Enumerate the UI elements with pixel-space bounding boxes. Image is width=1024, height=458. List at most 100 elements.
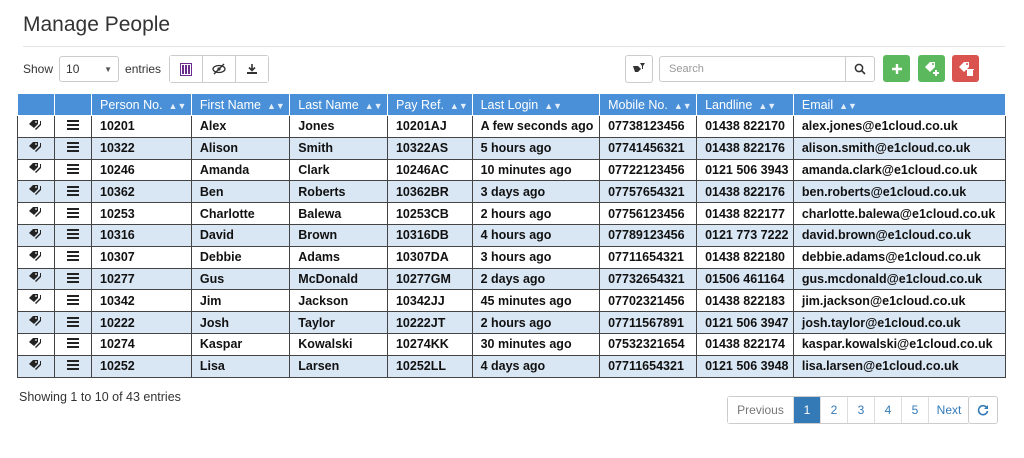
menu-icon bbox=[67, 338, 79, 349]
row-menu-cell[interactable] bbox=[54, 115, 92, 138]
page-4-button[interactable]: 4 bbox=[875, 397, 902, 423]
row-tag-cell[interactable] bbox=[17, 332, 55, 356]
tag-icon bbox=[29, 185, 41, 196]
cell-email: gus.mcdonald@e1cloud.co.uk bbox=[792, 267, 1007, 291]
add-tag-button[interactable] bbox=[918, 55, 945, 82]
row-menu-cell[interactable] bbox=[54, 202, 92, 225]
table-row[interactable]: 10201 Alex Jones 10201AJ A few seconds ago 07… bbox=[17, 115, 1007, 138]
cell-mobile-no: 07789123456 bbox=[599, 223, 698, 247]
menu-icon bbox=[67, 360, 79, 371]
table-row[interactable]: 10252 Lisa Larsen 10252LL 4 days ago 07711654… bbox=[17, 354, 1007, 378]
delete-tag-button[interactable] bbox=[952, 55, 979, 82]
cell-mobile-no: 07532321654 bbox=[599, 332, 698, 356]
row-menu-cell[interactable] bbox=[54, 245, 92, 269]
search-button[interactable] bbox=[845, 57, 874, 81]
row-tag-cell[interactable] bbox=[17, 202, 55, 225]
row-menu-cell[interactable] bbox=[54, 158, 92, 182]
menu-icon bbox=[67, 272, 79, 283]
row-tag-cell[interactable] bbox=[17, 354, 55, 378]
cell-first-name: Debbie bbox=[190, 245, 291, 269]
page-size-select[interactable]: 10 ▼ bbox=[59, 56, 120, 82]
row-tag-cell[interactable] bbox=[17, 311, 55, 334]
search-box: Search bbox=[659, 56, 875, 82]
row-tag-cell[interactable] bbox=[17, 136, 55, 160]
page-5-button[interactable]: 5 bbox=[902, 397, 929, 423]
page-1-button[interactable]: 1 bbox=[794, 397, 821, 423]
row-menu-cell[interactable] bbox=[54, 332, 92, 356]
row-menu-cell[interactable] bbox=[54, 354, 92, 378]
table-row[interactable]: 10322 Alison Smith 10322AS 5 hours ago 077414… bbox=[17, 136, 1007, 160]
row-menu-cell[interactable] bbox=[54, 223, 92, 247]
row-tag-cell[interactable] bbox=[17, 223, 55, 247]
header-first-name[interactable]: First Name ▲▼ bbox=[190, 93, 291, 116]
header-last-name[interactable]: Last Name ▲▼ bbox=[289, 93, 388, 116]
cell-person-no: 10274 bbox=[91, 332, 192, 356]
header-person-no[interactable]: Person No. ▲▼ bbox=[91, 93, 192, 116]
cell-email: charlotte.balewa@e1cloud.co.uk bbox=[792, 202, 1007, 225]
cell-person-no: 10362 bbox=[91, 180, 192, 204]
cell-pay-ref: 10201AJ bbox=[386, 115, 473, 138]
hide-columns-button[interactable] bbox=[203, 56, 237, 82]
row-tag-cell[interactable] bbox=[17, 245, 55, 269]
page-2-button[interactable]: 2 bbox=[821, 397, 848, 423]
cell-email: debbie.adams@e1cloud.co.uk bbox=[792, 245, 1007, 269]
cell-last-login: 2 days ago bbox=[471, 267, 601, 291]
columns-button[interactable] bbox=[170, 56, 204, 82]
header-email[interactable]: Email ▲▼ bbox=[792, 93, 1007, 116]
header-pay-ref[interactable]: Pay Ref. ▲▼ bbox=[386, 93, 473, 116]
table-row[interactable]: 10274 Kaspar Kowalski 10274KK 30 minutes ago… bbox=[17, 332, 1007, 356]
cell-last-name: Brown bbox=[289, 223, 388, 247]
table-row[interactable]: 10253 Charlotte Balewa 10253CB 2 hours ago 07… bbox=[17, 202, 1007, 225]
row-tag-cell[interactable] bbox=[17, 115, 55, 138]
table-row[interactable]: 10277 Gus McDonald 10277GM 2 days ago 0773265… bbox=[17, 267, 1007, 291]
table-row[interactable]: 10342 Jim Jackson 10342JJ 45 minutes ago 0770… bbox=[17, 289, 1007, 313]
tag-icon bbox=[29, 141, 41, 152]
row-menu-cell[interactable] bbox=[54, 311, 92, 334]
row-tag-cell[interactable] bbox=[17, 158, 55, 182]
header-last-login[interactable]: Last Login ▲▼ bbox=[471, 93, 601, 116]
table-row[interactable]: 10362 Ben Roberts 10362BR 3 days ago 07757654… bbox=[17, 180, 1007, 204]
table-row[interactable]: 10316 David Brown 10316DB 4 hours ago 0778912… bbox=[17, 223, 1007, 247]
table-row[interactable]: 10307 Debbie Adams 10307DA 3 hours ago 077116… bbox=[17, 245, 1007, 269]
sort-icon: ▲▼ bbox=[364, 100, 383, 111]
sort-icon: ▲▼ bbox=[544, 100, 563, 111]
row-tag-cell[interactable] bbox=[17, 289, 55, 313]
cell-last-login: 2 hours ago bbox=[471, 311, 601, 334]
cell-person-no: 10316 bbox=[91, 223, 192, 247]
cell-last-name: McDonald bbox=[289, 267, 388, 291]
sort-icon: ▲▼ bbox=[839, 100, 857, 111]
cell-landline: 01506 461164 bbox=[696, 267, 794, 291]
row-menu-cell[interactable] bbox=[54, 267, 92, 291]
row-tag-cell[interactable] bbox=[17, 180, 55, 204]
cell-email: josh.taylor@e1cloud.co.uk bbox=[792, 311, 1007, 334]
page-3-button[interactable]: 3 bbox=[848, 397, 875, 423]
cell-last-login: 3 hours ago bbox=[471, 245, 601, 269]
next-page-button[interactable]: Next bbox=[929, 397, 969, 423]
cell-mobile-no: 07756123456 bbox=[599, 202, 698, 225]
table-body: 10201 Alex Jones 10201AJ A few seconds ago 07… bbox=[17, 115, 1007, 378]
header-mobile-no[interactable]: Mobile No. ▲▼ bbox=[599, 93, 698, 116]
cell-last-name: Smith bbox=[289, 136, 388, 160]
row-menu-cell[interactable] bbox=[54, 180, 92, 204]
refresh-button[interactable] bbox=[968, 396, 998, 424]
row-menu-cell[interactable] bbox=[54, 136, 92, 160]
header-tag-col bbox=[17, 93, 55, 116]
download-button[interactable] bbox=[236, 56, 269, 82]
table-header-row: Person No. ▲▼ First Name ▲▼ Last Name ▲▼ Pa… bbox=[17, 93, 1007, 116]
row-menu-cell[interactable] bbox=[54, 289, 92, 313]
table-row[interactable]: 10246 Amanda Clark 10246AC 10 minutes ago 077… bbox=[17, 158, 1007, 182]
tag-icon bbox=[29, 272, 41, 283]
add-person-button[interactable] bbox=[883, 55, 910, 82]
cell-landline: 01438 822180 bbox=[696, 245, 794, 269]
pagination: Previous 1 2 3 4 5 Next bbox=[727, 396, 970, 424]
filter-button[interactable] bbox=[625, 55, 653, 83]
header-landline[interactable]: Landline ▲▼ bbox=[696, 93, 794, 116]
table-row[interactable]: 10222 Josh Taylor 10222JT 2 hours ago 0771156… bbox=[17, 311, 1007, 334]
cell-person-no: 10342 bbox=[91, 289, 192, 313]
menu-icon bbox=[67, 142, 79, 153]
cell-pay-ref: 10342JJ bbox=[386, 289, 473, 313]
search-input[interactable]: Search bbox=[660, 63, 845, 75]
previous-page-button[interactable]: Previous bbox=[728, 397, 794, 423]
cell-landline: 0121 506 3947 bbox=[696, 311, 794, 334]
row-tag-cell[interactable] bbox=[17, 267, 55, 291]
